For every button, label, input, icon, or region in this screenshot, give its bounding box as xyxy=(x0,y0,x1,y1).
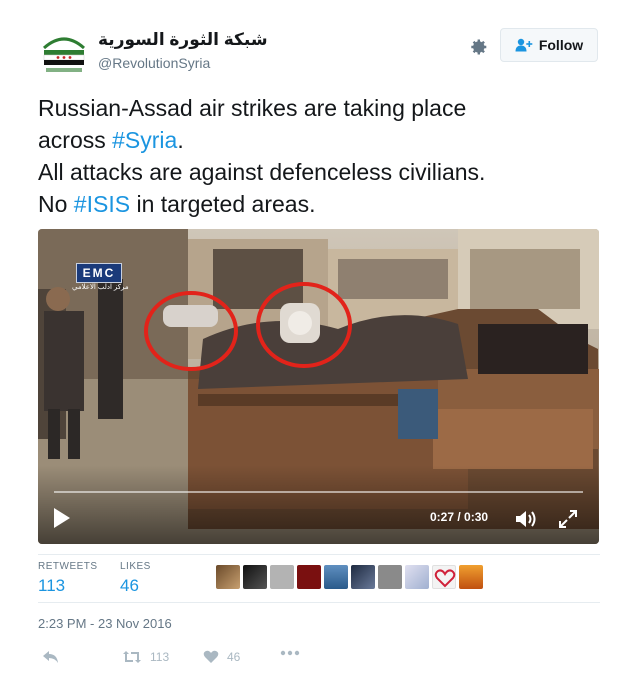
liker-avatar[interactable] xyxy=(459,565,483,589)
heart-logo-icon xyxy=(434,569,456,588)
heart-icon xyxy=(203,650,219,663)
revolution-flag-logo xyxy=(38,26,90,78)
video-time: 0:27 / 0:30 xyxy=(430,510,489,524)
divider xyxy=(38,602,600,603)
tweet-text-segment: in targeted areas. xyxy=(130,191,316,217)
follow-label: Follow xyxy=(538,37,584,53)
liker-avatar[interactable] xyxy=(432,565,456,589)
tweet-line-4: No #ISIS in targeted areas. xyxy=(38,188,608,220)
more-dots-icon xyxy=(280,650,300,656)
follow-user-icon xyxy=(515,38,533,52)
liker-avatar[interactable] xyxy=(297,565,321,589)
divider xyxy=(38,554,600,555)
retweet-count: 113 xyxy=(150,650,170,664)
liker-avatar[interactable] xyxy=(216,565,240,589)
liker-avatars xyxy=(216,565,483,589)
display-name[interactable]: شبكة الثورة السورية xyxy=(98,30,268,50)
hashtag-link-syria[interactable]: #Syria xyxy=(112,127,177,153)
tweet-line-3: All attacks are against defenceless civi… xyxy=(38,159,486,185)
liker-avatar[interactable] xyxy=(243,565,267,589)
like-button[interactable]: 46 xyxy=(203,650,240,664)
retweet-button[interactable]: 113 xyxy=(122,650,169,664)
retweet-icon xyxy=(123,651,141,663)
more-button[interactable] xyxy=(280,650,308,656)
video-frame xyxy=(38,229,599,544)
user-handle[interactable]: @RevolutionSyria xyxy=(98,55,210,71)
liker-avatar[interactable] xyxy=(324,565,348,589)
video-player[interactable]: EMC مركز ادلب الاعلامي 0:27 / 0:30 xyxy=(38,229,599,544)
tweet-text-segment: across xyxy=(38,127,113,153)
retweets-count[interactable]: 113 xyxy=(38,576,65,596)
fullscreen-icon[interactable] xyxy=(558,509,578,529)
follow-button[interactable]: Follow xyxy=(500,28,598,62)
liker-avatar[interactable] xyxy=(351,565,375,589)
reply-icon xyxy=(43,651,58,663)
volume-icon[interactable] xyxy=(514,508,538,530)
tweet-timestamp[interactable]: 2:23 PM - 23 Nov 2016 xyxy=(38,616,172,631)
liker-avatar[interactable] xyxy=(405,565,429,589)
liker-avatar[interactable] xyxy=(270,565,294,589)
likes-count[interactable]: 46 xyxy=(120,576,139,596)
tweet-text-segment: . xyxy=(177,127,184,153)
like-count: 46 xyxy=(227,650,241,664)
avatar[interactable] xyxy=(38,26,90,78)
tweet-line-1: Russian-Assad air strikes are taking pla… xyxy=(38,95,467,121)
video-progress-bar[interactable] xyxy=(54,491,583,493)
emc-watermark-logo: EMC xyxy=(76,263,122,283)
gear-icon[interactable] xyxy=(466,35,490,59)
tweet-text-segment: No xyxy=(38,191,74,217)
reply-button[interactable] xyxy=(42,650,68,664)
hashtag-link-isis[interactable]: #ISIS xyxy=(74,191,130,217)
retweets-label: RETWEETS xyxy=(38,561,98,572)
play-icon[interactable] xyxy=(52,507,72,529)
liker-avatar[interactable] xyxy=(378,565,402,589)
tweet-line-2: across #Syria. xyxy=(38,124,608,156)
emc-watermark-subtitle: مركز ادلب الاعلامي xyxy=(72,284,129,291)
likes-label: LIKES xyxy=(120,561,151,572)
tweet-text: Russian-Assad air strikes are taking pla… xyxy=(38,92,608,220)
